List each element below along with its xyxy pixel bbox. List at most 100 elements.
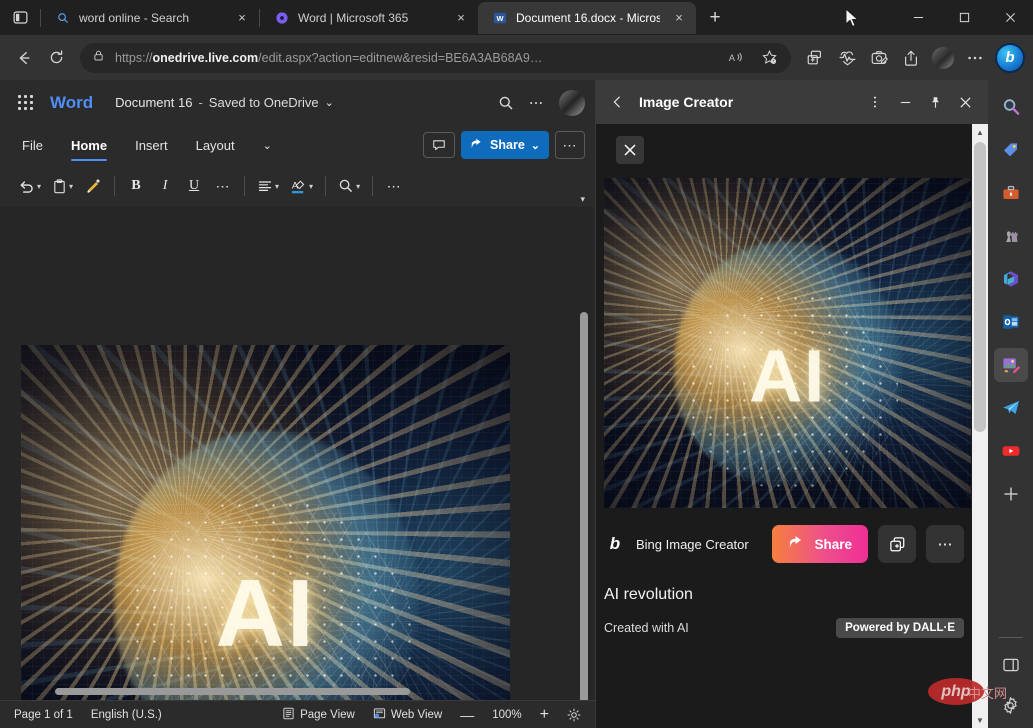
zoom-level[interactable]: 100% — [492, 709, 521, 721]
close-button[interactable] — [987, 0, 1033, 35]
chevron-down-icon[interactable]: ▾ — [37, 182, 41, 191]
page-count: Page 1 of 1 — [14, 709, 73, 721]
chevron-down-icon[interactable]: ▾ — [356, 182, 360, 191]
settings-more-button[interactable] — [959, 42, 991, 74]
add-to-collection-button[interactable] — [878, 525, 916, 563]
maximize-button[interactable] — [941, 0, 987, 35]
share-button[interactable] — [895, 42, 927, 74]
browser-essentials-button[interactable] — [831, 42, 863, 74]
ribbon-tab-home[interactable]: Home — [59, 130, 119, 161]
new-tab-button[interactable]: + — [700, 3, 730, 33]
tab-actions-button[interactable] — [0, 0, 40, 35]
chevron-down-icon[interactable]: ▾ — [69, 182, 73, 191]
word-icon: W — [492, 10, 508, 26]
minimize-button[interactable] — [895, 0, 941, 35]
ribbon-overflow-button[interactable]: ⋯ — [381, 171, 407, 201]
document-image[interactable]: AI — [21, 345, 510, 700]
sidebar-item-games[interactable] — [994, 219, 1028, 253]
language-indicator[interactable]: English (U.S.) — [91, 709, 162, 721]
generated-image-container[interactable]: AI — [604, 132, 971, 512]
sidebar-item-youtube[interactable] — [994, 434, 1028, 468]
sidebar-item-outlook[interactable] — [994, 305, 1028, 339]
format-painter-button[interactable] — [80, 171, 106, 201]
image-creator-close-button[interactable] — [950, 87, 980, 117]
ribbon-tab-file[interactable]: File — [10, 130, 55, 161]
profile-button[interactable] — [927, 42, 959, 74]
image-close-overlay-button[interactable] — [616, 136, 644, 164]
ribbon-tab-layout[interactable]: Layout — [184, 130, 247, 161]
underline-button[interactable]: U — [181, 171, 207, 201]
ribbon-tab-insert[interactable]: Insert — [123, 130, 180, 161]
bold-button[interactable]: B — [123, 171, 149, 201]
tab-close-button[interactable]: × — [231, 7, 253, 29]
text-highlight-button[interactable]: A ▾ — [286, 171, 317, 201]
page-view-button[interactable]: Page View — [282, 707, 355, 723]
address-bar[interactable]: https://onedrive.live.com/edit.aspx?acti… — [80, 43, 791, 73]
browser-tab-0[interactable]: word online - Search × — [41, 2, 259, 34]
comments-button[interactable] — [423, 132, 455, 158]
scroll-up-arrow[interactable]: ▲ — [972, 124, 988, 140]
image-more-actions-button[interactable]: ⋯ — [926, 525, 964, 563]
sidebar-item-shopping[interactable] — [994, 133, 1028, 167]
pane-scrollbar-thumb[interactable] — [974, 142, 986, 432]
browser-tab-1[interactable]: Word | Microsoft 365 × — [260, 2, 478, 34]
ribbon-tabs-overflow[interactable]: ⌄ — [251, 131, 284, 160]
sidebar-item-microsoft365[interactable] — [994, 262, 1028, 296]
word-brand[interactable]: Word — [50, 93, 93, 113]
image-creator-pane: Image Creator — [595, 80, 988, 728]
image-creator-more-button[interactable] — [860, 87, 890, 117]
chevron-down-icon[interactable]: ▾ — [275, 182, 279, 191]
document-vscroll-track[interactable] — [578, 207, 590, 700]
app-launcher-button[interactable] — [10, 88, 40, 118]
undo-button[interactable]: ▾ — [14, 171, 45, 201]
ribbon-divider — [244, 176, 245, 196]
brightness-icon[interactable] — [567, 708, 581, 722]
sidebar-item-image-creator[interactable] — [994, 348, 1028, 382]
back-chevron-icon[interactable] — [604, 89, 630, 115]
sidebar-item-add-app[interactable] — [994, 477, 1028, 511]
word-ribbon-more-button[interactable]: ⋯ — [555, 131, 585, 159]
screenshot-button[interactable] — [863, 42, 895, 74]
document-title-bar[interactable]: Document 16 - Saved to OneDrive ⌄ — [115, 95, 334, 110]
pane-scrollbar-track[interactable]: ▲ ▼ — [972, 124, 988, 728]
word-search-button[interactable] — [491, 88, 521, 118]
document-canvas[interactable]: AI — [0, 207, 595, 700]
back-button[interactable] — [8, 42, 40, 74]
pin-icon[interactable] — [920, 87, 950, 117]
chevron-down-icon[interactable]: ⌄ — [325, 96, 334, 109]
document-hscroll-thumb[interactable] — [55, 688, 410, 695]
scroll-down-arrow[interactable]: ▼ — [972, 712, 988, 728]
sidebar-item-search[interactable] — [994, 90, 1028, 124]
word-share-button[interactable]: Share ⌄ — [461, 131, 549, 159]
tab-close-button[interactable]: × — [450, 7, 472, 29]
bing-copilot-icon: b — [1005, 49, 1014, 66]
word-more-options-button[interactable] — [521, 88, 551, 118]
browser-tab-2[interactable]: W Document 16.docx - Microsoft W × — [478, 2, 696, 34]
read-aloud-button[interactable]: A — [719, 42, 751, 74]
paragraph-align-button[interactable]: ▾ — [253, 171, 283, 201]
refresh-button[interactable] — [40, 42, 72, 74]
zoom-in-button[interactable]: + — [540, 706, 549, 724]
chevron-down-icon[interactable]: ▾ — [309, 182, 313, 191]
app-launcher-icon — [18, 95, 33, 110]
collections-button[interactable] — [799, 42, 831, 74]
font-more-button[interactable]: ⋯ — [210, 171, 236, 201]
italic-button[interactable]: I — [152, 171, 178, 201]
find-button[interactable]: ▾ — [334, 171, 364, 201]
sidebar-toggle-icon[interactable] — [994, 648, 1028, 682]
add-favorite-button[interactable]: + — [753, 42, 785, 74]
zoom-out-button[interactable]: — — [460, 707, 474, 723]
chevron-down-icon[interactable]: ▾ — [580, 194, 585, 205]
bing-copilot-button[interactable]: b — [995, 43, 1025, 73]
sidebar-item-tools[interactable] — [994, 176, 1028, 210]
document-vscroll-thumb[interactable] — [580, 312, 588, 700]
tab-close-button[interactable]: × — [668, 7, 690, 29]
copilot-icon — [274, 10, 290, 26]
web-view-button[interactable]: Web View — [373, 707, 442, 723]
image-share-button[interactable]: Share — [772, 525, 868, 563]
generated-image[interactable]: AI — [604, 178, 971, 508]
image-creator-minimize-button[interactable] — [890, 87, 920, 117]
user-avatar[interactable] — [559, 90, 585, 116]
sidebar-item-telegram[interactable] — [994, 391, 1028, 425]
paste-button[interactable]: ▾ — [48, 171, 77, 201]
